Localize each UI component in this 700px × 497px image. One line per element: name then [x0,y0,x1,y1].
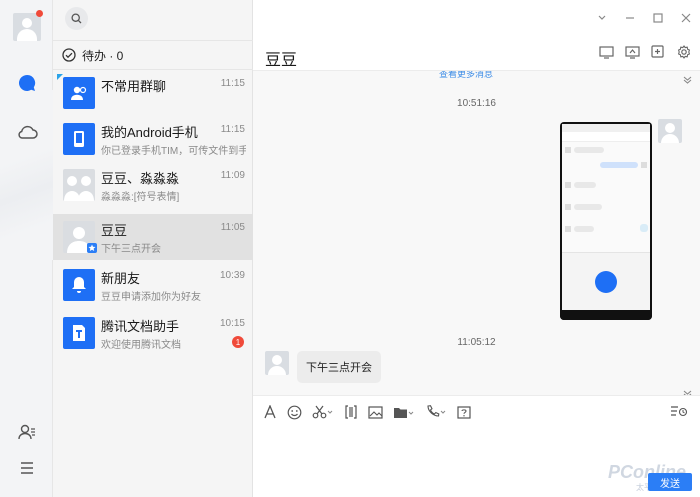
session-time: 11:15 [220,124,245,135]
session-preview: 欢迎使用腾讯文档 [101,340,181,351]
folder-icon[interactable] [393,404,415,420]
font-icon[interactable] [263,404,277,420]
scroll-up-icon[interactable] [683,71,692,89]
composer-toolbar [263,404,471,420]
session-item[interactable]: 豆豆、淼淼淼 淼淼淼:[符号表情] 11:09 [53,162,253,208]
todo-bar[interactable]: 待办 · 0 [53,40,253,70]
contacts-icon[interactable] [13,418,41,446]
cloud-icon[interactable] [13,118,41,146]
session-name: 豆豆、淼淼淼 [101,171,180,186]
image-icon[interactable] [368,404,383,420]
settings-icon[interactable] [676,44,692,60]
session-name: 腾讯文档助手 [101,319,180,334]
session-time: 10:39 [219,270,245,281]
composer[interactable]: PConline 太平洋电脑网 发送 [253,395,700,497]
file-bracket-icon[interactable] [344,404,358,420]
session-item[interactable]: 不常用群聊 11:15 [53,70,253,116]
bell-icon [63,269,95,301]
search-icon [71,13,82,24]
session-item-selected[interactable]: 豆豆 下午三点开会 11:05 [53,214,253,260]
minimize-icon[interactable] [616,13,644,23]
window-controls [588,0,700,36]
screenshot-image[interactable] [560,122,652,320]
own-avatar[interactable] [658,119,682,143]
todo-label: 待办 · 0 [82,48,124,63]
session-preview: 你已登录手机TIM，可传文件到手机 [101,146,246,157]
peer-avatar[interactable] [265,351,289,375]
add-member-icon[interactable] [650,44,666,60]
check-circle-icon [62,48,76,62]
send-button[interactable]: 发送 [648,473,692,491]
message-icon[interactable] [13,69,41,97]
chat-panel: 豆豆 查看更多消息 10:51:16 11:05:12 下午三点开会 PConl… [253,0,700,497]
scroll-down-icon[interactable] [683,385,692,395]
unread-badge: 1 [232,336,244,348]
session-time: 11:05 [220,222,245,233]
session-time: 11:15 [220,78,245,89]
screenshot-screen [562,124,650,310]
message-area[interactable]: 查看更多消息 10:51:16 11:05:12 下午三点开会 [253,71,700,395]
session-name: 我的Android手机 [101,125,198,140]
chat-toolbar [598,44,692,60]
scissors-icon[interactable] [312,404,334,420]
session-time: 10:15 [219,318,245,329]
session-preview: 淼淼淼:[符号表情] [101,192,180,203]
session-item[interactable]: 腾讯文档助手 欢迎使用腾讯文档 10:15 1 [53,310,253,356]
star-icon [87,243,97,253]
session-preview: 豆豆申请添加你为好友 [101,292,201,303]
chat-title: 豆豆 [265,52,298,69]
menu-icon[interactable] [13,454,41,482]
group-avatar [63,169,95,201]
screen-share-icon[interactable] [624,44,640,60]
phone-call-icon[interactable] [425,404,447,420]
timestamp: 11:05:12 [457,337,496,348]
session-name: 不常用群聊 [101,79,167,94]
session-name: 新朋友 [101,271,141,286]
notification-dot [36,10,43,17]
search-button[interactable] [65,7,88,30]
session-name: 豆豆 [101,223,128,238]
screenshot-capture-icon[interactable] [457,404,471,420]
phone-icon [63,123,95,155]
mic-icon [595,271,617,293]
nav-rail [0,0,53,497]
screen-icon[interactable] [598,44,614,60]
history-icon[interactable] [670,404,688,422]
close-icon[interactable] [672,13,700,23]
collapse-icon[interactable] [588,13,616,23]
group-icon [63,77,95,109]
timestamp: 10:51:16 [457,98,496,109]
emoji-icon[interactable] [287,404,302,420]
message-bubble[interactable]: 下午三点开会 [297,351,381,383]
session-preview: 下午三点开会 [101,244,161,255]
session-item[interactable]: 我的Android手机 你已登录手机TIM，可传文件到手机 11:15 [53,116,253,162]
load-more-link[interactable]: 查看更多消息 [439,71,493,80]
session-time: 11:09 [220,170,245,181]
user-avatar[interactable] [13,13,41,41]
session-item[interactable]: 新朋友 豆豆申请添加你为好友 10:39 [53,262,253,308]
rail-decoration [0,90,53,260]
session-list: 待办 · 0 不常用群聊 11:15 我的Android手机 你已登录手机TIM… [53,0,253,497]
maximize-icon[interactable] [644,13,672,23]
docs-icon [63,317,95,349]
